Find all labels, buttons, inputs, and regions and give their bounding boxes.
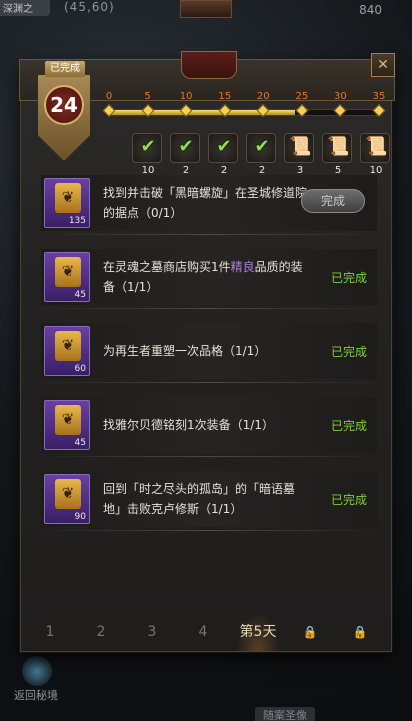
task-row: ❦ 60 为再生者重塑一次品格（1/1） 已完成 — [41, 323, 377, 383]
task-reward-amount: 45 — [74, 438, 86, 448]
task-reward-icon: ❦ 135 — [44, 178, 90, 228]
checkmark-icon: ✔ — [254, 136, 270, 157]
coordinates-readout: (45,60) — [64, 0, 115, 14]
task-description: 在灵魂之墓商店购买1件精良品质的装备（1/1） — [103, 260, 303, 294]
milestone-reward[interactable]: ✔ 2 — [170, 133, 200, 176]
task-reward-icon: ❦ 45 — [44, 400, 90, 450]
bottom-hud-label: 随案圣像 — [255, 707, 315, 721]
task-status: 已完成 — [330, 345, 367, 359]
scroll-reward-icon: 📜 — [365, 136, 388, 157]
task-status: 已完成 — [330, 493, 367, 507]
character-portrait[interactable] — [180, 0, 232, 18]
milestone-reward[interactable]: 📜 10 — [360, 133, 390, 176]
task-status: 已完成 — [330, 271, 367, 285]
task-description: 为再生者重塑一次品格（1/1） — [103, 344, 267, 358]
milestone-reward[interactable]: 📜 3 — [284, 133, 314, 176]
task-reward-icon: ❦ 60 — [44, 326, 90, 376]
checkmark-icon: ✔ — [178, 136, 194, 157]
game-screen: 深渊之 (45,60) 840 返回秘境 随案圣像 ✕ 已完成 24 0 5 10 1… — [0, 0, 412, 721]
milestone-reward[interactable]: ✔ 10 — [132, 133, 162, 176]
quality-highlight: 精良 — [230, 260, 255, 274]
tick-label: 35 — [372, 91, 386, 102]
tab-day-5[interactable]: 第5天 — [236, 612, 280, 652]
crest-ornament — [181, 51, 237, 79]
scroll-icon: ❦ — [55, 257, 81, 287]
close-button[interactable]: ✕ — [371, 53, 395, 77]
milestone-reward[interactable]: 📜 5 — [322, 133, 352, 176]
tick-label: 25 — [295, 91, 309, 102]
task-reward-amount: 90 — [74, 512, 86, 522]
tick-label: 30 — [334, 91, 347, 102]
task-row: ❦ 90 回到「时之尽头的孤岛」的「暗语墓地」击败克卢修斯（1/1） 已完成 — [41, 471, 377, 531]
task-row: ❦ 135 找到并击破「黑暗螺旋」在圣城修道院的据点（0/1） 完成 — [41, 175, 377, 235]
task-reward-amount: 45 — [74, 290, 86, 300]
portal-icon[interactable] — [22, 656, 52, 686]
badge-completed-label: 已完成 — [45, 61, 85, 77]
tick-label: 0 — [105, 91, 113, 102]
task-reward-amount: 60 — [74, 364, 86, 374]
scroll-icon: ❦ — [55, 331, 81, 361]
scroll-icon: ❦ — [55, 479, 81, 509]
checkmark-icon: ✔ — [140, 136, 156, 157]
day-number: 7 — [355, 629, 361, 639]
top-hud: 深渊之 (45,60) 840 — [0, 0, 412, 20]
tab-day-4[interactable]: 4 — [185, 612, 221, 652]
tab-day-7[interactable]: 🔒 7 — [340, 612, 376, 652]
tab-day-2[interactable]: 2 — [83, 612, 119, 652]
day-tabs: 1 2 3 4 第5天 🔒 6 🔒 7 — [20, 612, 392, 652]
task-reward-icon: ❦ 45 — [44, 252, 90, 302]
task-panel: ✕ 已完成 24 0 5 10 15 20 25 30 35 ✔ 10 ✔ 2 ✔ 2 ✔ 2 📜 3 📜 5 📜 10… — [19, 51, 395, 652]
checkmark-icon: ✔ — [216, 136, 232, 157]
task-reward-amount: 135 — [68, 216, 86, 226]
tab-day-3[interactable]: 3 — [134, 612, 170, 652]
scroll-icon: ❦ — [55, 183, 81, 213]
tick-label: 5 — [144, 91, 151, 102]
task-description: 回到「时之尽头的孤岛」的「暗语墓地」击败克卢修斯（1/1） — [103, 482, 296, 516]
tick-label: 15 — [218, 91, 232, 102]
task-row: ❦ 45 找雅尔贝德铭刻1次装备（1/1） 已完成 — [41, 397, 377, 457]
tab-day-1[interactable]: 1 — [32, 612, 68, 652]
milestone-reward[interactable]: ✔ 2 — [208, 133, 238, 176]
complete-button[interactable]: 完成 — [301, 189, 365, 213]
task-reward-icon: ❦ 90 — [44, 474, 90, 524]
scroll-reward-icon: 📜 — [327, 136, 350, 157]
scroll-icon: ❦ — [55, 405, 81, 435]
day-number: 6 — [305, 629, 311, 639]
currency-count: 840 — [359, 3, 382, 17]
progress-badge: 已完成 24 — [37, 61, 90, 161]
tab-day-6[interactable]: 🔒 6 — [290, 612, 326, 652]
tick-label: 10 — [179, 91, 193, 102]
zone-label: 深渊之 — [0, 0, 50, 16]
return-dungeon-button[interactable]: 返回秘境 — [14, 687, 58, 703]
task-row: ❦ 45 在灵魂之墓商店购买1件精良品质的装备（1/1） 已完成 — [41, 249, 377, 309]
scroll-reward-icon: 📜 — [289, 136, 312, 157]
task-description: 找雅尔贝德铭刻1次装备（1/1） — [103, 418, 274, 432]
milestone-reward[interactable]: ✔ 2 — [246, 133, 276, 176]
tick-label: 20 — [256, 91, 270, 102]
badge-points: 24 — [44, 85, 84, 125]
task-status: 已完成 — [330, 419, 367, 433]
task-description: 找到并击破「黑暗螺旋」在圣城修道院的据点（0/1） — [103, 186, 308, 220]
